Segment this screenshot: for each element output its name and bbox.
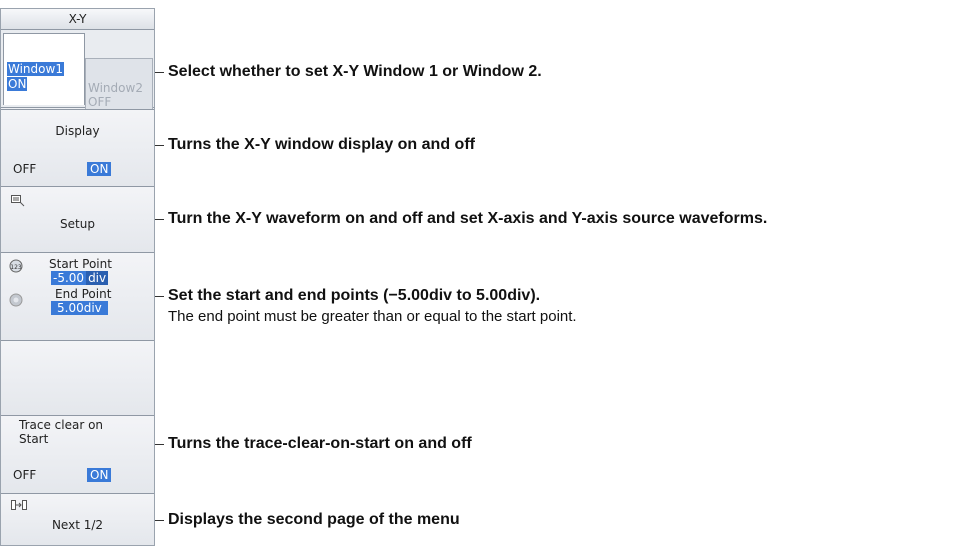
display-label: Display [55, 124, 100, 138]
annotation-display: Turns the X-Y window display on and off [168, 136, 475, 153]
start-point-label: Start Point [49, 257, 112, 271]
svg-text:123: 123 [10, 264, 22, 271]
annotation-trace: Turns the trace-clear-on-start on and of… [168, 435, 472, 452]
tab-window2-state: OFF [88, 95, 112, 109]
end-point-value: 5.00div [51, 301, 108, 315]
annotation-leader-window [155, 72, 164, 73]
tab-window1-state: ON [7, 77, 28, 91]
annotation-leader-next [155, 520, 164, 521]
tab-window2-name: Window2 [88, 81, 143, 95]
annotation-points: Set the start and end points (−5.00div t… [168, 287, 541, 304]
end-point-label: End Point [55, 287, 112, 301]
tab-window1[interactable]: Window1 ON [3, 33, 85, 105]
trace-clear-label-line1: Trace clear on [19, 418, 104, 432]
next-page-label: Next 1/2 [51, 518, 104, 532]
trace-clear-on-option: ON [87, 468, 112, 482]
setup-icon [11, 195, 25, 207]
xy-soft-key-menu: X-Y Window2 OFF Window1 ON Display OFF O… [0, 8, 155, 546]
trace-clear-off-option: OFF [13, 468, 37, 482]
display-on-option: ON [87, 162, 112, 176]
display-panel[interactable]: Display OFF ON [1, 109, 154, 187]
next-page-panel[interactable]: Next 1/2 [1, 494, 154, 545]
annotation-leader-setup [155, 219, 164, 220]
jog-dial-icon: 123 [9, 259, 23, 273]
annotation-next: Displays the second page of the menu [168, 511, 460, 528]
setup-label: Setup [60, 217, 95, 231]
annotation-window: Select whether to set X-Y Window 1 or Wi… [168, 63, 542, 80]
annotation-points-sub: The end point must be greater than or eq… [168, 308, 577, 325]
empty-panel [1, 341, 154, 416]
menu-title: X-Y [1, 9, 154, 30]
tab-window1-name: Window1 [7, 62, 64, 76]
annotation-setup: Turn the X-Y waveform on and off and set… [168, 210, 768, 227]
dial-inactive-icon [9, 293, 23, 307]
annotation-leader-points [155, 296, 164, 297]
start-point-unit: div [86, 271, 109, 285]
start-point-value: -5.00 [51, 271, 87, 285]
annotation-leader-trace [155, 444, 164, 445]
next-page-icon [11, 500, 27, 510]
trace-clear-label-line2: Start [19, 432, 49, 446]
trace-clear-panel[interactable]: Trace clear on Start OFF ON [1, 416, 154, 494]
display-off-option: OFF [13, 162, 37, 176]
annotation-leader-display [155, 145, 164, 146]
start-end-point-panel[interactable]: 123 Start Point -5.00 div End Point 5.00d… [1, 253, 154, 341]
setup-panel[interactable]: Setup [1, 187, 154, 253]
